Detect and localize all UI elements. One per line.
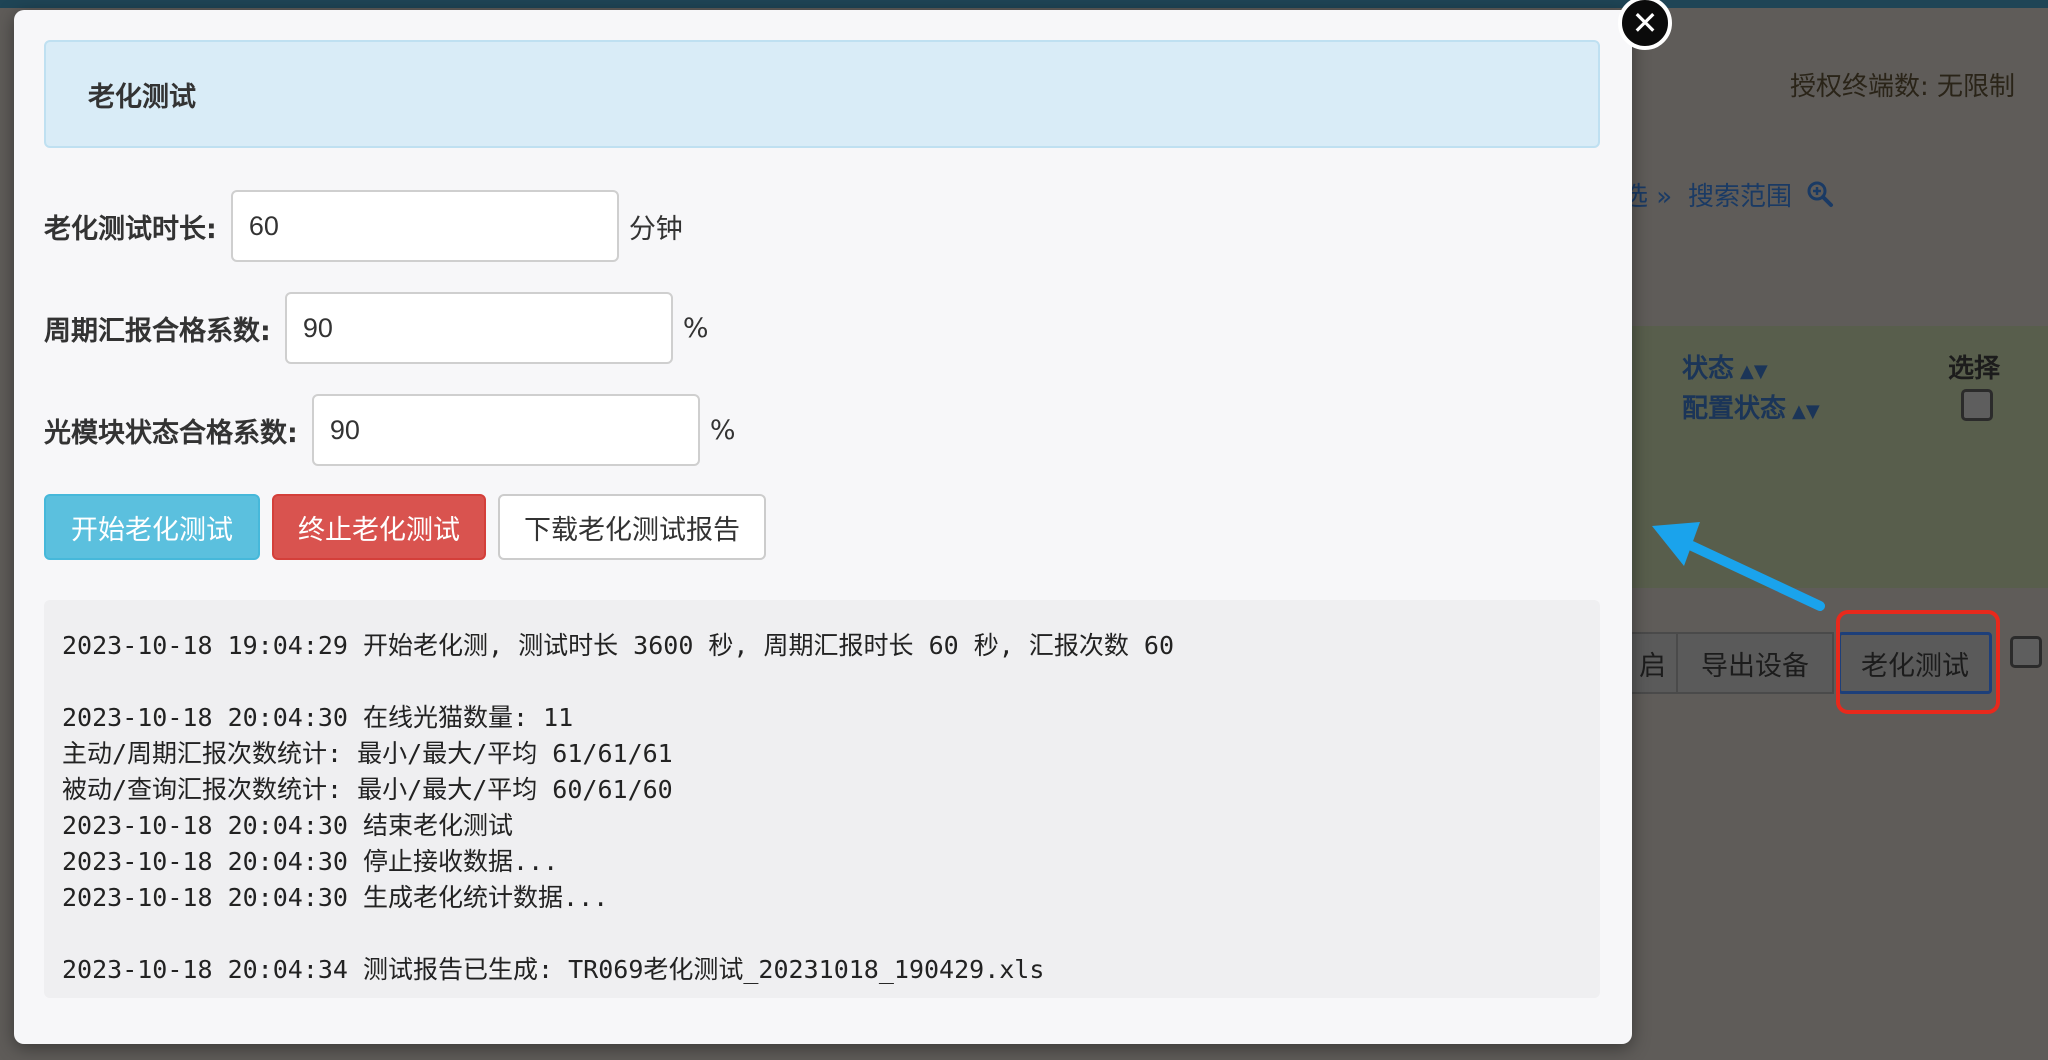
optical-ratio-row: 光模块状态合格系数: %	[44, 394, 735, 466]
duration-label: 老化测试时长:	[44, 213, 217, 245]
periodic-ratio-row: 周期汇报合格系数: %	[44, 292, 708, 364]
log-line: 2023-10-18 20:04:30 停止接收数据...	[62, 847, 559, 876]
log-line: 被动/查询汇报次数统计: 最小/最大/平均 60/61/60	[62, 775, 673, 804]
aging-test-modal: ✕ 老化测试 老化测试时长: 分钟 周期汇报合格系数: % 光模块状态合格系数:…	[14, 0, 1672, 1044]
action-buttons: 开始老化测试 终止老化测试 下载老化测试报告	[44, 494, 778, 560]
log-line: 2023-10-18 19:04:29 开始老化测, 测试时长 3600 秒, …	[62, 631, 1175, 660]
periodic-ratio-input[interactable]	[284, 292, 673, 364]
optical-ratio-label: 光模块状态合格系数:	[44, 417, 298, 449]
log-line: 2023-10-18 20:04:30 生成老化统计数据...	[62, 883, 609, 912]
log-line: 2023-10-18 20:04:30 在线光猫数量: 11	[62, 703, 574, 732]
duration-input[interactable]	[230, 190, 619, 262]
duration-unit: 分钟	[628, 213, 683, 245]
log-line: 主动/周期汇报次数统计: 最小/最大/平均 61/61/61	[62, 739, 673, 768]
page: 授权终端数: 无限制 选 » 搜索范围 状态 ▲▼ 配置状态 ▲▼ 选择 启 导出设…	[0, 0, 2048, 1060]
optical-ratio-input[interactable]	[311, 394, 700, 466]
optical-ratio-unit: %	[709, 414, 736, 446]
periodic-ratio-unit: %	[682, 312, 709, 344]
log-output: 2023-10-18 19:04:29 开始老化测, 测试时长 3600 秒, …	[44, 600, 1600, 998]
periodic-ratio-label: 周期汇报合格系数:	[44, 315, 271, 347]
start-aging-test-button[interactable]: 开始老化测试	[44, 494, 260, 560]
log-line: 2023-10-18 20:04:30 结束老化测试	[62, 811, 514, 840]
modal-title: 老化测试	[44, 40, 1600, 148]
duration-row: 老化测试时长: 分钟	[44, 190, 683, 262]
log-line: 2023-10-18 20:04:34 测试报告已生成: TR069老化测试_2…	[62, 955, 1045, 984]
download-report-button[interactable]: 下载老化测试报告	[498, 494, 766, 560]
stop-aging-test-button[interactable]: 终止老化测试	[272, 494, 486, 560]
